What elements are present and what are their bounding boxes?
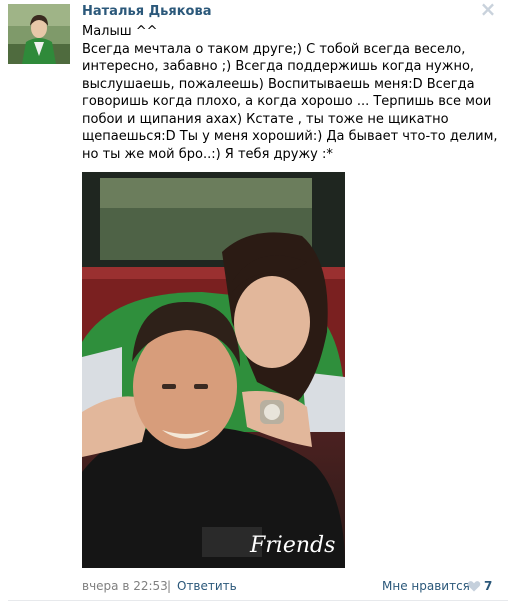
reply-link[interactable]: Ответить: [177, 579, 237, 593]
photo-image: Friends: [82, 172, 345, 568]
author-avatar[interactable]: [8, 4, 70, 64]
post-divider: [8, 600, 508, 601]
close-icon[interactable]: ×: [478, 0, 498, 20]
post-photo[interactable]: Friends: [82, 172, 345, 568]
like-label: Мне нравится: [382, 579, 470, 593]
photo-caption: Friends: [249, 533, 335, 558]
author-name[interactable]: Наталья Дьякова: [82, 4, 211, 19]
heart-icon: [467, 581, 481, 592]
post-footer: вчера в 22:53 | Ответить Мне нравится 7: [0, 576, 522, 596]
post-timestamp[interactable]: вчера в 22:53: [82, 579, 168, 593]
footer-separator: |: [167, 579, 172, 593]
like-count: 7: [484, 579, 493, 593]
avatar-image: [8, 4, 70, 64]
post-text: Малыш ^^ Всегда мечтала о таком друге;) …: [82, 24, 498, 162]
wall-post: × Наталья Дьякова Малыш ^^ Всегда мечтал…: [0, 0, 522, 604]
